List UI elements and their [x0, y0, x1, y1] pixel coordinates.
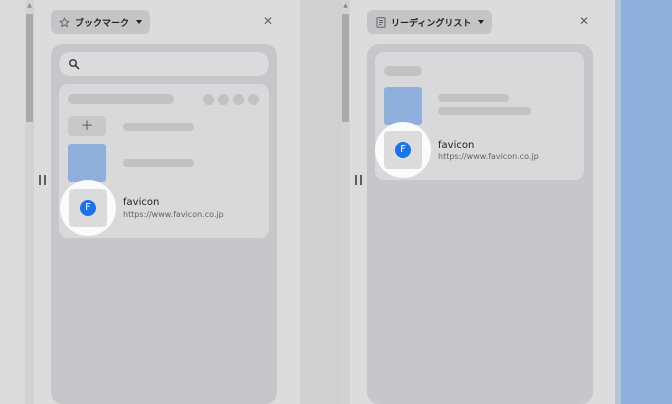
panel-switcher-dropdown[interactable]: ブックマーク [51, 10, 151, 34]
add-bookmark-button[interactable]: + [68, 116, 106, 136]
star-icon [59, 16, 70, 28]
resize-handle[interactable] [39, 175, 46, 185]
chevron-down-icon [136, 20, 143, 24]
panel-switcher-dropdown[interactable]: リーディングリスト [367, 10, 493, 34]
toolbar-dot [248, 94, 259, 105]
list-item-placeholder [123, 159, 194, 167]
list-item-placeholder [123, 123, 194, 131]
favicon-icon: F [395, 142, 411, 158]
scrollbar-thumb[interactable] [342, 14, 349, 122]
bookmark-title[interactable]: favicon [123, 197, 159, 208]
favicon-item[interactable]: F [384, 131, 422, 169]
reading-list-icon [375, 16, 386, 28]
toolbar-dot [233, 94, 244, 105]
toolbar-dot [203, 94, 214, 105]
close-icon[interactable]: ✕ [578, 15, 590, 27]
reading-item-url: https://www.favicon.co.jp [438, 152, 539, 161]
favicon-item[interactable]: F [69, 189, 107, 227]
toolbar-dot [218, 94, 229, 105]
close-icon[interactable]: ✕ [262, 15, 274, 27]
reading-item-title[interactable]: favicon [438, 140, 474, 151]
list-item-placeholder [438, 94, 509, 102]
section-header-placeholder [384, 66, 422, 76]
scroll-up-arrow[interactable]: ▲ [342, 2, 349, 10]
resize-handle[interactable] [355, 175, 362, 185]
panel-switcher-label: リーディングリスト [391, 18, 472, 29]
favicon-icon: F [80, 200, 96, 216]
folder-name-placeholder [68, 94, 174, 104]
list-item-placeholder [438, 107, 531, 115]
scrollbar-thumb[interactable] [26, 14, 33, 122]
item-thumbnail [68, 144, 106, 182]
item-thumbnail [384, 87, 422, 125]
search-input[interactable] [59, 52, 269, 76]
scroll-up-arrow[interactable]: ▲ [26, 2, 33, 10]
bookmark-url: https://www.favicon.co.jp [123, 210, 224, 219]
panel-shadow [615, 0, 621, 404]
search-icon [69, 59, 80, 70]
chevron-down-icon [478, 20, 485, 24]
panel-switcher-label: ブックマーク [75, 18, 130, 29]
